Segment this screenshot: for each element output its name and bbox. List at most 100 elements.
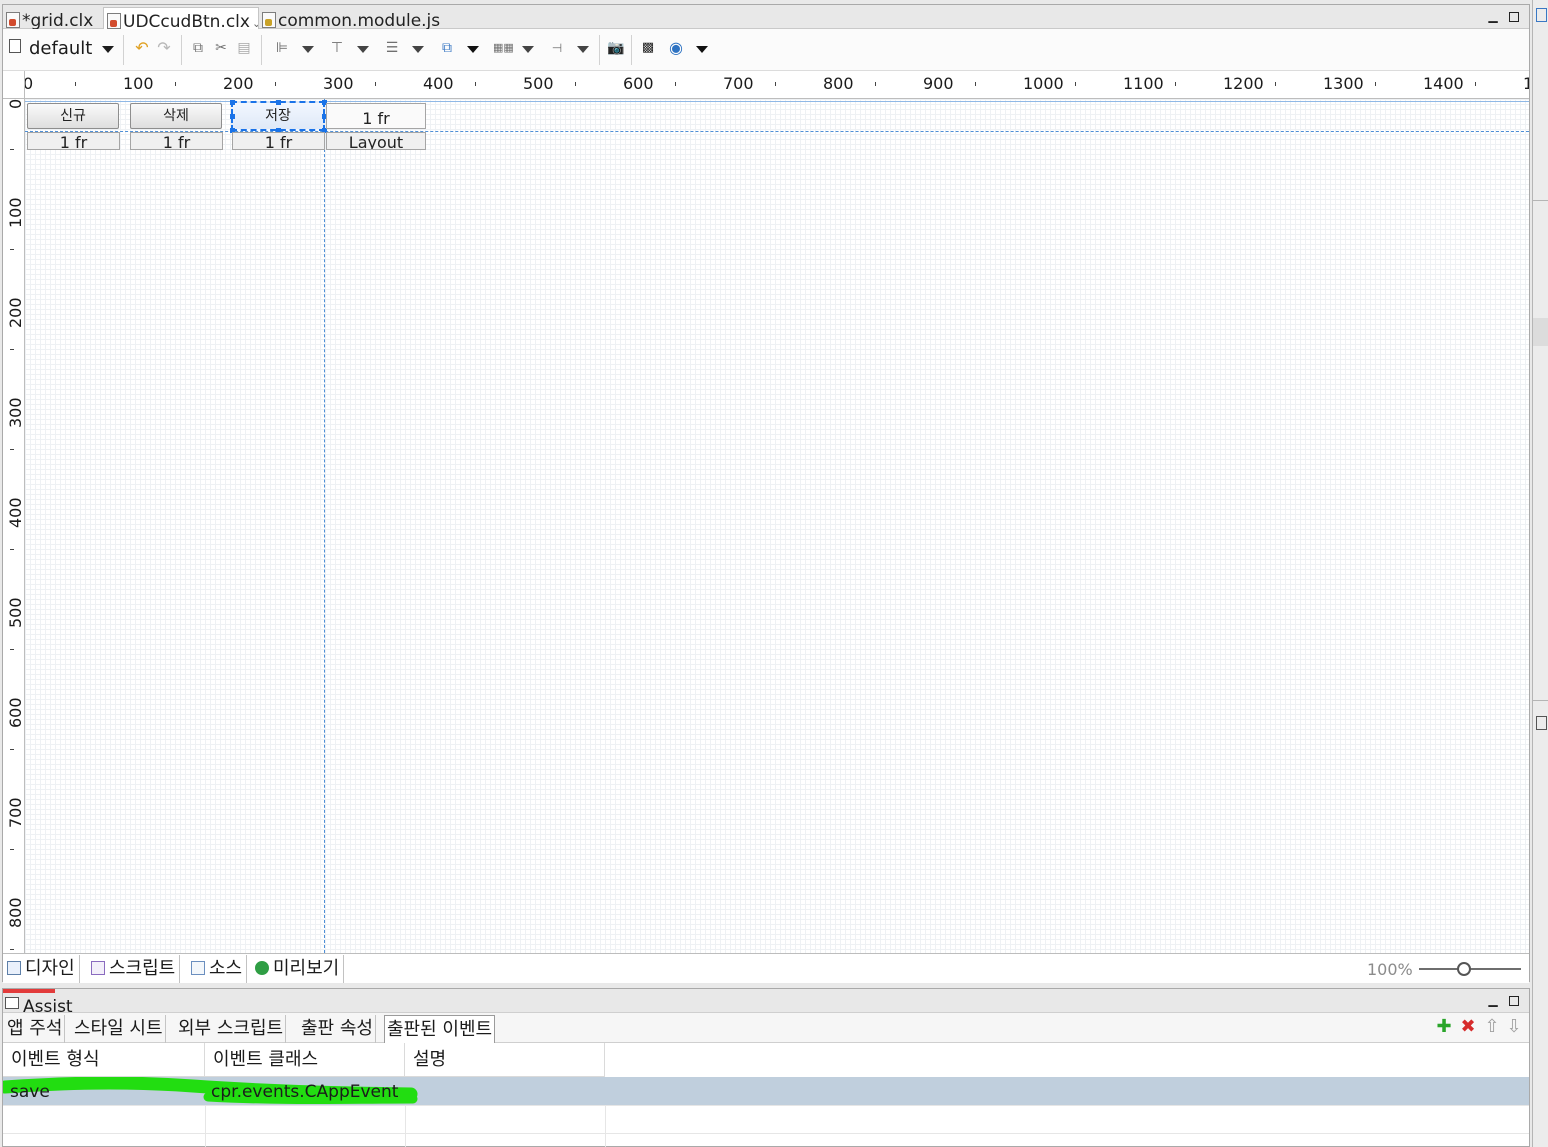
screenshot-icon[interactable]: 📷 [607,39,625,57]
column-size-cell[interactable]: 1 fr [232,132,325,150]
tab-preview[interactable]: 미리보기 [251,955,345,983]
layer-order-icon[interactable]: ⧉ [438,39,456,57]
ruler-tick [1275,82,1276,86]
web-browser-icon[interactable]: ◉ [667,39,685,57]
column-header-event-class[interactable]: 이벤트 클래스 [205,1043,405,1077]
chevron-down-icon[interactable] [302,46,314,53]
tab-grid-clx[interactable]: *grid.clx [3,7,103,29]
assist-panel: Assist ▁ 앱 주석 스타일 시트 외부 스크립트 출판 속성 출판된 이… [2,988,1530,1147]
assist-title-bar: Assist ▁ [3,989,1529,1017]
resize-handle[interactable] [230,114,235,119]
vertical-ruler: 0 100 200 300 400 500 600 700 800 [3,99,25,953]
description-cell[interactable] [405,1077,412,1105]
tab-common-module-js[interactable]: common.module.js [259,7,449,29]
tab-stylesheet[interactable]: 스타일 시트 [72,1015,166,1043]
grid-layout-icon[interactable]: ▦▦ [493,39,514,57]
tab-external-script[interactable]: 외부 스크립트 [176,1015,287,1043]
tab-source[interactable]: 소스 [187,955,248,983]
row-divider [3,1133,1529,1134]
chevron-down-icon[interactable] [696,46,708,53]
tab-design[interactable]: 디자인 [3,955,80,983]
chevron-down-icon[interactable] [412,46,424,53]
tab-close-icon[interactable]: ⌄ [252,17,258,29]
toolbar-separator [599,35,600,65]
horizontal-ruler: 0 100 200 300 400 500 600 700 800 900 1000 1100 1200… [25,71,1529,99]
ruler-tick [10,849,14,850]
ruler-tick [10,749,14,750]
right-side-panel [1532,0,1548,1147]
editor-mode-tabs: 디자인 스크립트 소스 미리보기 100% [3,953,1529,983]
column-header-description[interactable]: 설명 [405,1043,605,1077]
tab-published-events[interactable]: 출판된 이벤트 [384,1015,496,1043]
zoom-slider-handle[interactable] [1457,962,1471,976]
chevron-down-icon[interactable] [467,46,479,53]
ruler-label: 700 [723,74,754,93]
tab-label: 소스 [209,958,243,979]
assist-icon [5,997,19,1009]
chevron-down-icon[interactable] [577,46,589,53]
design-canvas[interactable]: 신규 삭제 저장 1 fr 1 fr 1 fr 1 fr Layout [25,99,1529,953]
tab-app-notes[interactable]: 앱 주석 [5,1015,66,1043]
column-size-cell[interactable]: 1 fr [130,132,223,150]
tab-script[interactable]: 스크립트 [87,955,181,983]
align-left-icon[interactable]: ⊫ [273,39,291,57]
resize-handle[interactable] [230,100,235,105]
column-divider [405,1105,406,1147]
save-button[interactable]: 저장 [231,101,325,131]
column-size-header[interactable]: 1 fr [326,103,426,129]
properties-icon[interactable] [1536,716,1547,730]
outline-icon[interactable] [1536,8,1547,22]
ruler-corner [3,71,25,99]
move-up-icon[interactable]: ⇧ [1483,1018,1501,1036]
ruler-label: 600 [623,74,654,93]
qr-code-icon[interactable]: ▩ [639,39,657,57]
delete-icon[interactable]: ✖ [1459,1018,1477,1036]
zoom-level: 100% [1367,960,1413,979]
profile-select[interactable]: default [29,38,92,60]
tab-label: common.module.js [278,11,441,29]
tab-udccudbtn-clx[interactable]: UDCcudBtn.clx⌄ [103,7,259,29]
redo-icon[interactable]: ↷ [155,39,173,57]
maximize-icon[interactable] [1509,996,1519,1006]
ruler-label: 0 [6,99,25,109]
chevron-down-icon[interactable] [102,46,114,53]
event-type-cell[interactable]: save [3,1077,50,1105]
distribute-icon[interactable]: ☰ [383,39,401,57]
new-button[interactable]: 신규 [27,103,119,129]
ruler-label: 500 [523,74,554,93]
resize-handle[interactable] [276,100,281,105]
ruler-label: 400 [423,74,454,93]
maximize-icon[interactable] [1509,12,1519,22]
add-icon[interactable]: ✚ [1435,1018,1453,1036]
ruler-tick [75,82,76,86]
ruler-label: 400 [6,497,25,528]
ruler-tick [10,149,14,150]
ruler-label: 1300 [1323,74,1364,93]
divider [1533,200,1548,201]
cut-icon[interactable]: ✂ [212,39,230,57]
minimize-icon[interactable]: ▁ [1487,10,1499,22]
move-down-icon[interactable]: ⇩ [1505,1018,1523,1036]
tab-publish-properties[interactable]: 출판 속성 [299,1015,376,1043]
paste-icon[interactable]: ▤ [235,39,253,57]
ruler-label: 1100 [1123,74,1164,93]
chevron-down-icon[interactable] [357,46,369,53]
copy-icon[interactable]: ⧉ [189,39,207,57]
ruler-tick [10,449,14,450]
column-size-cell[interactable]: 1 fr [27,132,120,150]
ruler-label: 300 [6,397,25,428]
layout-cell[interactable]: Layout [326,132,426,150]
tab-label: 스크립트 [109,958,176,979]
anchor-icon[interactable]: ⊣ [548,39,566,57]
undo-icon[interactable]: ↶ [133,39,151,57]
script-file-icon [91,961,105,975]
column-header-event-type[interactable]: 이벤트 형식 [3,1043,205,1077]
list-item[interactable] [1533,318,1548,346]
align-top-icon[interactable]: ⊤ [328,39,346,57]
minimize-icon[interactable]: ▁ [1487,994,1499,1006]
delete-button[interactable]: 삭제 [130,103,222,129]
event-class-cell[interactable]: cpr.events.CAppEvent [204,1077,398,1105]
chevron-down-icon[interactable] [522,46,534,53]
ruler-tick [175,82,176,86]
ruler-tick [375,82,376,86]
